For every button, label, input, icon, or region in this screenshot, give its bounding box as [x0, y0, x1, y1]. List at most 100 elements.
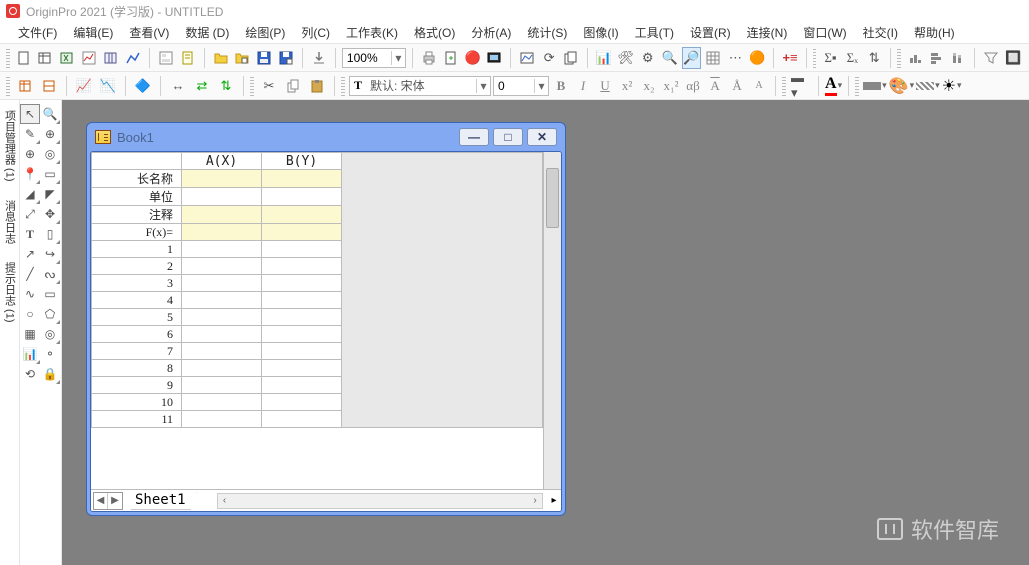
line-color-button[interactable]: ▾ — [863, 80, 887, 91]
cell[interactable] — [182, 292, 262, 309]
print-button[interactable] — [419, 47, 439, 69]
properties-button[interactable]: ⋯ — [725, 47, 745, 69]
cell[interactable] — [262, 275, 342, 292]
sheet-nav-prev[interactable]: ◀ — [94, 493, 108, 509]
zoom-combo[interactable]: ▾ — [342, 48, 406, 68]
rescale-x-button[interactable]: ⇄ — [191, 75, 213, 97]
font-size-input[interactable] — [494, 79, 534, 93]
menu-tools[interactable]: 工具(T) — [627, 22, 682, 43]
col-header-b[interactable]: B(Y) — [262, 153, 342, 170]
ellipse-tool[interactable]: ○ — [20, 304, 40, 324]
underline-button[interactable]: U — [595, 75, 615, 97]
row-num[interactable]: 1 — [92, 241, 182, 258]
arrow-tool[interactable]: ↗ — [20, 244, 40, 264]
import-wizard-button[interactable] — [309, 47, 329, 69]
cell[interactable] — [182, 224, 262, 241]
scrollbar-thumb[interactable] — [546, 168, 559, 228]
menu-worksheet[interactable]: 工作表(K) — [338, 22, 406, 43]
font-size-combo[interactable]: ▾ — [493, 76, 549, 96]
lock-tool[interactable]: 🔒 — [40, 364, 60, 384]
freehand-tool[interactable]: ∿ — [20, 284, 40, 304]
fill-color-button[interactable]: 🎨▾ — [889, 76, 914, 96]
toolbar-grip[interactable] — [6, 48, 10, 68]
font-combo[interactable]: Ƭ ▾ — [349, 76, 491, 96]
cell[interactable] — [262, 170, 342, 188]
sort-button[interactable]: ⇅ — [864, 47, 884, 69]
plot-button[interactable]: 📈 — [73, 75, 95, 97]
line-style-button[interactable]: ▬ ▾ — [790, 75, 812, 97]
plot-setup-button[interactable]: 📉 — [97, 75, 119, 97]
new-matrix-button[interactable] — [101, 47, 121, 69]
menu-plot[interactable]: 绘图(P) — [237, 22, 293, 43]
hint-log-tab[interactable]: 提示日志 (1) — [2, 256, 18, 329]
rescale-button[interactable]: ↔ — [167, 75, 189, 97]
workbook-window[interactable]: Book1 — □ ✕ A(X) B(Y) — [86, 122, 566, 516]
toolbar-grip[interactable] — [250, 76, 254, 96]
increase-font-button[interactable]: A — [705, 75, 725, 97]
new-workbook-button[interactable] — [35, 47, 55, 69]
curved-arrow-tool[interactable]: ↪ — [40, 244, 60, 264]
filter-button[interactable] — [981, 47, 1001, 69]
supersubscript-button[interactable]: x₁² — [661, 75, 681, 97]
subscript-button[interactable]: x₂ — [639, 75, 659, 97]
greek-button[interactable]: αβ — [683, 75, 703, 97]
vertical-scrollbar[interactable] — [543, 152, 561, 489]
pan-tool[interactable]: ✥ — [40, 204, 60, 224]
row-num[interactable]: 2 — [92, 258, 182, 275]
cell[interactable] — [182, 394, 262, 411]
cell[interactable] — [182, 377, 262, 394]
save-template-button[interactable] — [276, 47, 296, 69]
draw-data-tool[interactable]: ✎ — [20, 124, 40, 144]
duplicate-button[interactable] — [561, 47, 581, 69]
rescale-y-button[interactable]: ⇅ — [215, 75, 237, 97]
font-color-button[interactable]: A▾ — [825, 75, 842, 96]
stats-sigma-button[interactable]: Σ▪ — [820, 47, 840, 69]
region-ellipse-tool[interactable]: ◎ — [40, 324, 60, 344]
cell[interactable] — [262, 411, 342, 428]
zoom-panel-button[interactable]: 🔎 — [682, 47, 702, 69]
row-num[interactable]: 9 — [92, 377, 182, 394]
insert-equation-tool[interactable]: ⚬ — [40, 344, 60, 364]
add-column-button[interactable]: 📊 — [594, 47, 614, 69]
menu-image[interactable]: 图像(I) — [575, 22, 626, 43]
paste-button[interactable] — [306, 75, 328, 97]
toolbar-grip[interactable] — [341, 76, 345, 96]
row-num[interactable]: 3 — [92, 275, 182, 292]
cell[interactable] — [262, 377, 342, 394]
menu-file[interactable]: 文件(F) — [10, 22, 65, 43]
row-label-comments[interactable]: 注释 — [92, 206, 182, 224]
cell[interactable] — [262, 360, 342, 377]
new-project-button[interactable] — [14, 47, 34, 69]
new-notes-button[interactable] — [178, 47, 198, 69]
lighting-button[interactable]: ☀▾ — [942, 76, 962, 96]
new-2d-plot-button[interactable] — [123, 47, 143, 69]
cell[interactable] — [182, 258, 262, 275]
line-tool[interactable]: ╱ — [20, 264, 40, 284]
search-button[interactable]: 🔍 — [660, 47, 680, 69]
col-header-a[interactable]: A(X) — [182, 153, 262, 170]
save-button[interactable] — [254, 47, 274, 69]
zoom-tool[interactable]: 🔍 — [40, 104, 60, 124]
row-num[interactable]: 10 — [92, 394, 182, 411]
add-new-columns-button[interactable]: +≡ — [780, 47, 800, 69]
mask-tool[interactable]: ◢ — [20, 184, 40, 204]
sheet-tab[interactable]: Sheet1 — [125, 492, 197, 510]
row-num[interactable]: 6 — [92, 326, 182, 343]
bar-chart-button[interactable] — [927, 47, 947, 69]
row-num[interactable]: 8 — [92, 360, 182, 377]
message-log-tab[interactable]: 消息日志 — [2, 194, 18, 250]
toolbar-grip[interactable] — [6, 76, 10, 96]
cell[interactable] — [182, 360, 262, 377]
new-graph-button[interactable] — [79, 47, 99, 69]
mask-range-tool[interactable]: ◤ — [40, 184, 60, 204]
menu-window[interactable]: 窗口(W) — [795, 22, 854, 43]
italic-button[interactable]: I — [573, 75, 593, 97]
screen-reader-tool[interactable]: ◎ — [40, 144, 60, 164]
row-num[interactable]: 7 — [92, 343, 182, 360]
sheet-nav-next[interactable]: ▶ — [108, 493, 122, 509]
cell[interactable] — [262, 394, 342, 411]
data-table[interactable]: A(X) B(Y) 长名称 单位 注释 F(x)= 1 2 3 4 — [91, 152, 543, 428]
reader-tool[interactable]: ⊕ — [40, 124, 60, 144]
cell[interactable] — [262, 206, 342, 224]
digitize-button[interactable] — [517, 47, 537, 69]
